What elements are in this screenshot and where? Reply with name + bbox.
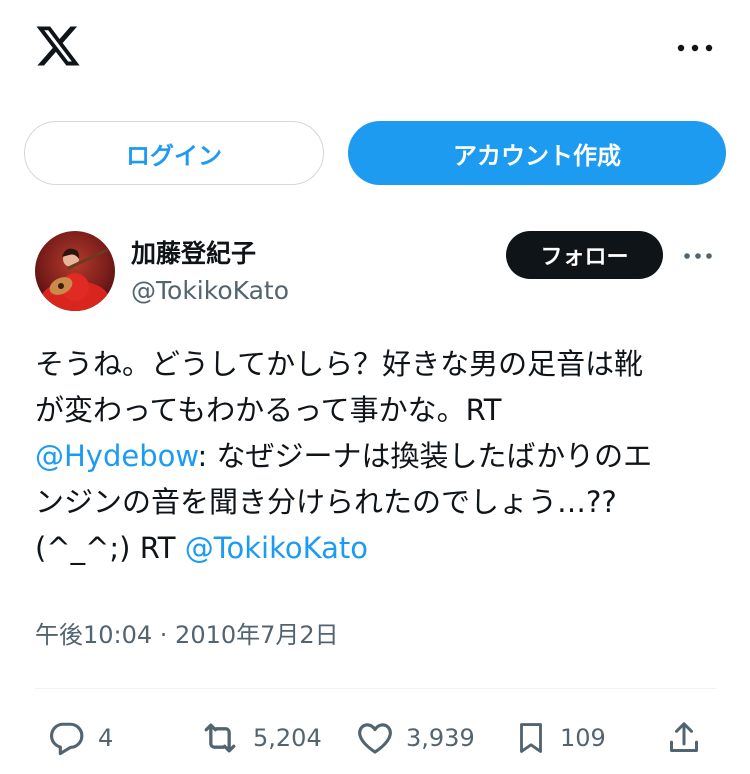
author-handle[interactable]: @TokikoKato: [131, 276, 289, 305]
share-icon: [670, 722, 698, 752]
reply-count: 4: [98, 724, 114, 752]
tweet-text-fragment: : なぜジーナは換装したばかりのエ: [197, 439, 653, 473]
top-bar: [0, 0, 750, 100]
like-button[interactable]: 3,939: [354, 710, 475, 766]
login-button[interactable]: ログイン: [24, 121, 324, 185]
heart-icon: [358, 723, 392, 754]
share-button[interactable]: [664, 710, 704, 766]
create-account-button[interactable]: アカウント作成: [348, 121, 726, 185]
tweet-more-icon[interactable]: [680, 242, 716, 270]
author-display-name[interactable]: 加藤登紀子: [131, 234, 256, 270]
retweet-button[interactable]: 5,204: [197, 710, 322, 766]
x-logo-icon[interactable]: [34, 22, 82, 70]
bookmark-icon: [520, 723, 542, 753]
follow-button[interactable]: フォロー: [506, 231, 663, 279]
avatar[interactable]: [35, 231, 115, 311]
divider: [35, 688, 716, 689]
bookmark-count: 109: [560, 724, 606, 752]
mention-link[interactable]: @TokikoKato: [185, 531, 368, 565]
retweet-icon: [204, 723, 236, 753]
tweet-text-line: @Hydebow: なぜジーナは換装したばかりのエ: [35, 433, 725, 479]
retweet-count: 5,204: [253, 724, 322, 752]
tweet-text-line: が変わってもわかるって事かな。RT: [35, 393, 502, 427]
tweet-text-fragment: (^_^;) RT: [35, 531, 185, 565]
reply-icon: [50, 722, 84, 756]
tweet-text-line: (^_^;) RT @TokikoKato: [35, 525, 725, 571]
tweet-text-line: そうね。どうしてかしら？好きな男の足音は靴: [35, 347, 644, 381]
tweet-timestamp[interactable]: 午後10:04 · 2010年7月2日: [35, 615, 339, 650]
like-count: 3,939: [406, 724, 475, 752]
bookmark-button[interactable]: 109: [512, 710, 606, 766]
tweet-text: そうね。どうしてかしら？好きな男の足音は靴 が変わってもわかるって事かな。RT …: [35, 341, 725, 571]
tweet-actions: 4 5,204 3,939 109: [0, 710, 750, 766]
reply-button[interactable]: 4: [44, 710, 113, 766]
more-options-icon[interactable]: [672, 30, 718, 66]
mention-link[interactable]: @Hydebow: [35, 439, 198, 473]
auth-buttons: ログイン アカウント作成: [24, 121, 726, 185]
tweet-text-line: ンジンの音を聞き分けられたのでしょう…??: [35, 485, 617, 519]
